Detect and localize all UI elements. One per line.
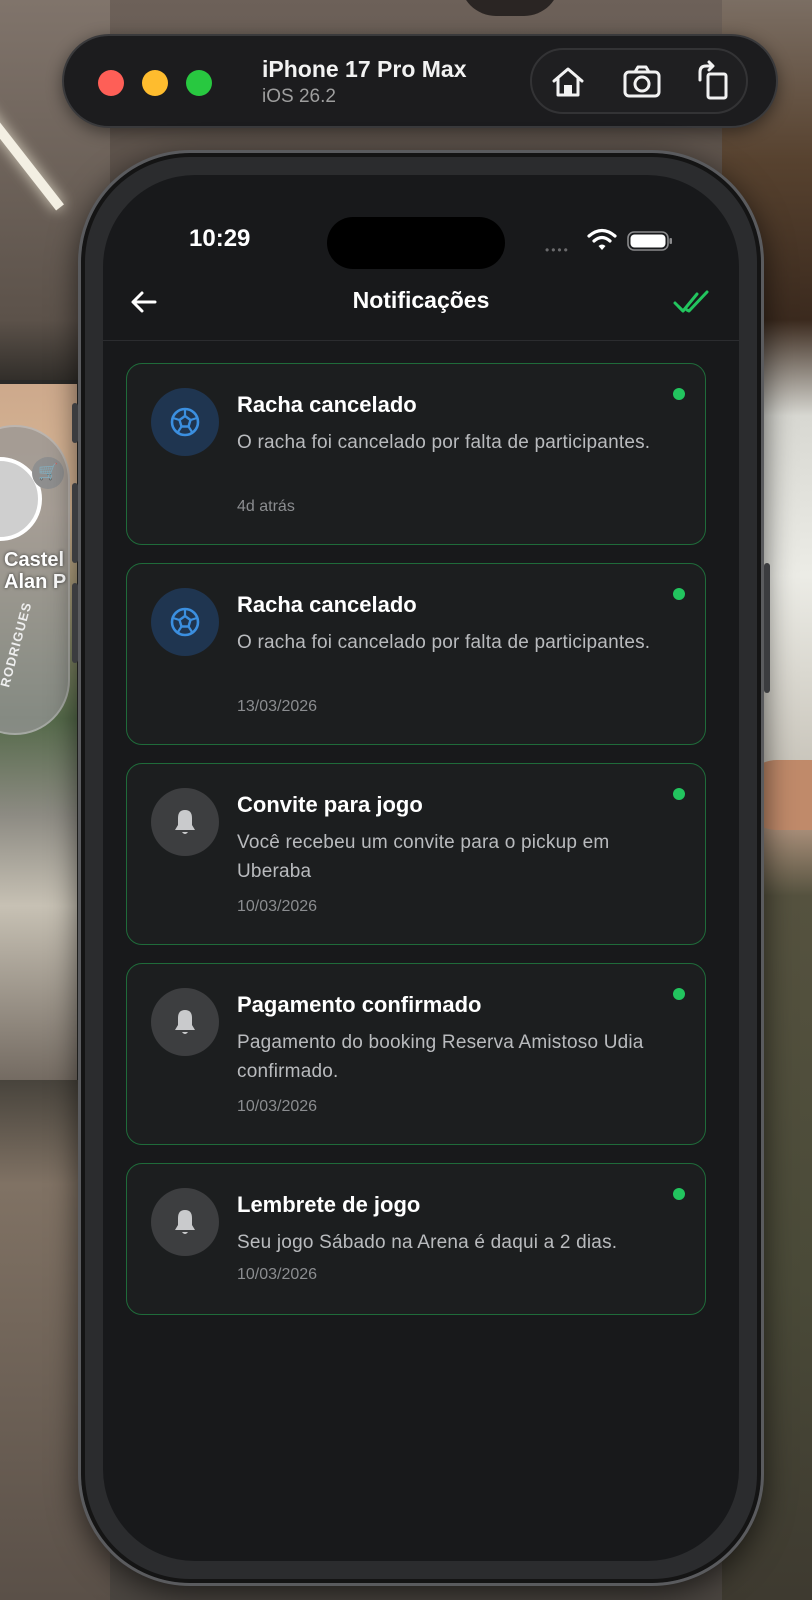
notification-card[interactable]: Lembrete de jogo Seu jogo Sábado na Aren… [126,1163,706,1315]
notification-body: O racha foi cancelado por falta de parti… [237,432,651,453]
notification-body: O racha foi cancelado por falta de parti… [237,632,651,653]
iphone-frame: 10:29 •••• Notificações Racha cancelado … [72,150,770,1586]
notification-avatar [151,988,219,1056]
notification-card[interactable]: Pagamento confirmado Pagamento do bookin… [126,963,706,1145]
device-name: iPhone 17 Pro Max [262,56,467,82]
notification-card[interactable]: Convite para jogo Você recebeu um convit… [126,763,706,945]
dynamic-island [327,217,505,269]
rotate-button[interactable] [692,60,736,104]
rotate-icon [698,60,728,100]
unread-indicator [673,588,685,600]
ceiling-lamp [460,0,560,16]
unread-indicator [673,388,685,400]
action-button [72,403,78,443]
notification-body: Seu jogo Sábado na Arena é daqui a 2 dia… [237,1232,618,1253]
notification-avatar [151,588,219,656]
notification-time: 13/03/2026 [237,698,318,715]
screenshot-button[interactable] [620,60,664,104]
simulator-toolbar: iPhone 17 Pro Max iOS 26.2 [62,34,778,128]
cart-icon: 🛒 [32,457,64,489]
notification-card[interactable]: Racha cancelado O racha foi cancelado po… [126,563,706,745]
volume-down-button [72,583,78,663]
notification-title: Lembrete de jogo [237,1192,421,1217]
minimize-window-button[interactable] [142,70,168,96]
soccer-ball-icon [170,607,200,637]
cellular-signal-icon: •••• [545,243,570,257]
zoom-window-button[interactable] [186,70,212,96]
background-map-widget: 🛒 Castel Alan P RODRIGUES [0,425,70,735]
notification-avatar [151,1188,219,1256]
status-time: 10:29 [189,225,251,252]
notification-title: Pagamento confirmado [237,992,482,1017]
device-os-version: iOS 26.2 [262,86,336,107]
bell-icon [175,1010,195,1034]
unread-indicator [673,1188,685,1200]
unread-indicator [673,788,685,800]
notification-time: 10/03/2026 [237,1098,318,1115]
wifi-icon [587,228,617,250]
unread-indicator [673,988,685,1000]
simulator-controls [530,48,748,114]
page-title: Notificações [352,287,490,313]
notification-time: 4d atrás [237,498,295,515]
bell-icon [175,810,195,834]
notification-title: Racha cancelado [237,592,417,617]
double-check-icon [673,290,709,313]
soccer-ball-icon [170,407,200,437]
notification-time: 10/03/2026 [237,898,318,915]
home-button[interactable] [546,60,590,104]
notification-body: Você recebeu um convite para o pickup em… [237,832,610,882]
notification-avatar [151,388,219,456]
ceiling-light-strip [0,101,64,211]
notification-list: Racha cancelado O racha foi cancelado po… [126,363,706,1333]
power-button [764,563,770,693]
bell-icon [175,1210,195,1234]
street-label: RODRIGUES [0,600,35,689]
notification-body: Pagamento do booking Reserva Amistoso Ud… [237,1032,644,1082]
notification-card[interactable]: Racha cancelado O racha foi cancelado po… [126,363,706,545]
home-icon [552,67,584,97]
volume-up-button [72,483,78,563]
mark-all-read-button[interactable] [673,285,713,319]
status-indicators: •••• [545,228,675,257]
navigation-bar: Notificações [103,271,739,341]
camera-icon [623,65,661,98]
notification-avatar [151,788,219,856]
battery-icon [627,231,672,251]
notification-title: Convite para jogo [237,792,423,817]
phone-screen: 10:29 •••• Notificações Racha cancelado … [103,175,739,1561]
notification-title: Racha cancelado [237,392,417,417]
close-window-button[interactable] [98,70,124,96]
notification-time: 10/03/2026 [237,1266,318,1283]
map-label: Castel Alan P [4,549,67,593]
